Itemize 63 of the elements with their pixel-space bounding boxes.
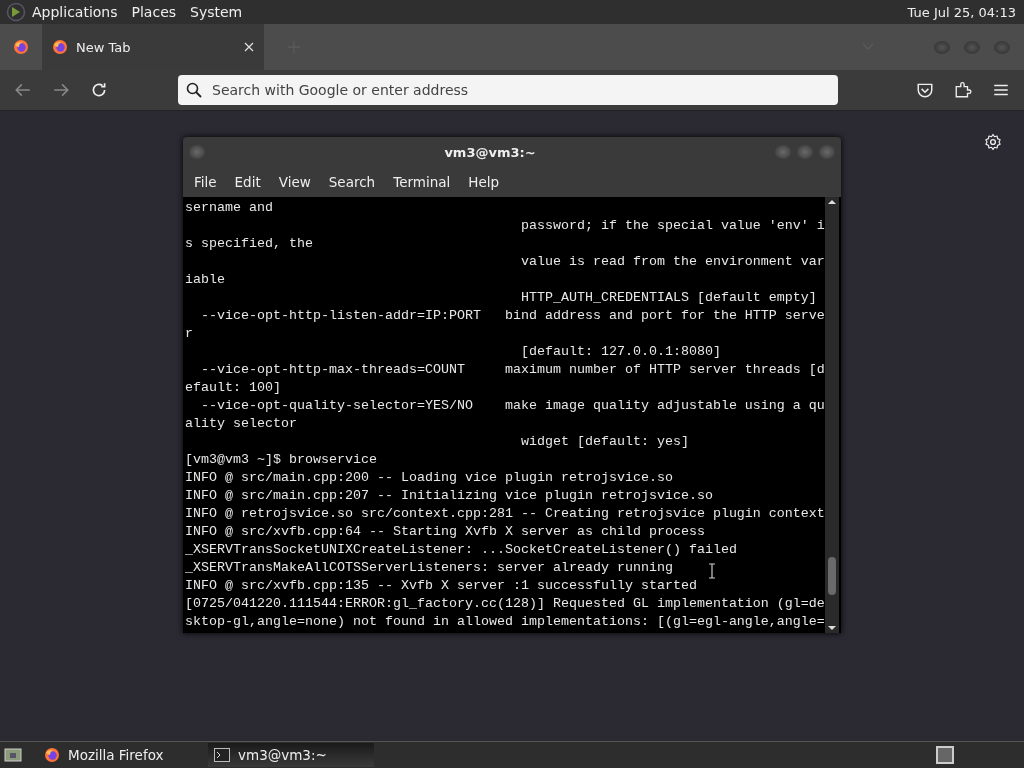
terminal-line: [0725/041220.111544:ERROR:gl_factory.cc(128)] Requested GL implementation (gl=de xyxy=(185,595,825,613)
scrollbar-thumb[interactable] xyxy=(828,557,836,595)
desktop-icon[interactable] xyxy=(4,748,22,762)
scrollbar[interactable] xyxy=(825,197,839,633)
terminal-line: [vm3@vm3 ~]$ browservice xyxy=(185,451,377,469)
logo-icon[interactable] xyxy=(6,2,26,22)
browser-tab[interactable]: New Tab xyxy=(42,24,264,70)
terminal-line: widget [default: yes] xyxy=(519,433,689,451)
terminal-line: iable xyxy=(185,271,225,289)
taskbar-item[interactable]: vm3@vm3:~ xyxy=(208,743,374,767)
window-button[interactable] xyxy=(797,145,813,159)
terminal-line: INFO @ src/xvfb.cpp:64 -- Starting Xvfb X server as child process xyxy=(185,523,705,541)
firefox-icon xyxy=(13,39,29,55)
terminal-line: --vice-opt-quality-selector=YES/NO make image quality adjustable using a qu xyxy=(200,397,825,415)
terminal-line: --vice-opt-http-listen-addr=IP:PORT bind address and port for the HTTP serve xyxy=(200,307,825,325)
address-field[interactable]: Search with Google or enter address xyxy=(178,75,838,105)
firefox-icon xyxy=(52,39,68,55)
terminal-line: ality selector xyxy=(185,415,297,433)
menu-item[interactable]: View xyxy=(269,174,320,190)
back-icon[interactable] xyxy=(14,81,32,99)
terminal-line: INFO @ src/main.cpp:207 -- Initializing vice plugin retrojsvice.so xyxy=(185,487,713,505)
terminal-line: sktop-gl,angle=none) not found in allowed implementations: [(gl=egl-angle,angle= xyxy=(185,613,825,631)
panel-menu[interactable]: Places xyxy=(131,4,177,20)
menu-item[interactable]: Help xyxy=(459,174,509,190)
terminal-line: efault: 100] xyxy=(185,379,281,397)
panel-menu[interactable]: Applications xyxy=(32,4,118,20)
terminal-line: s specified, the xyxy=(185,235,313,253)
scroll-up-icon[interactable] xyxy=(827,199,837,205)
menu-item[interactable]: File xyxy=(185,174,226,190)
terminal-line: sername and xyxy=(185,199,273,217)
terminal-line: value is read from the environment var xyxy=(519,253,825,271)
menu-item[interactable]: Terminal xyxy=(384,174,460,190)
settings-icon[interactable] xyxy=(984,133,1002,151)
terminal-line: --vice-opt-http-max-threads=COUNT maximum number of HTTP server threads [d xyxy=(200,361,825,379)
terminal-line: [default: 127.0.0.1:8080] xyxy=(519,343,721,361)
terminal-line: HTTP_AUTH_CREDENTIALS [default empty] xyxy=(519,289,817,307)
scroll-down-icon[interactable] xyxy=(827,625,837,631)
pocket-icon[interactable] xyxy=(916,81,934,99)
menu-item[interactable]: Edit xyxy=(225,174,270,190)
terminal-line: _XSERVTransSocketUNIXCreateListener: ...SocketCreateListener() failed xyxy=(185,541,737,559)
panel-menu[interactable]: System xyxy=(190,4,243,20)
menu-item[interactable]: Search xyxy=(319,174,385,190)
terminal-line: INFO @ retrojsvice.so src/context.cpp:281 -- Creating retrojsvice plugin context xyxy=(185,505,825,523)
reload-icon[interactable] xyxy=(90,81,108,99)
terminal-line: INFO @ src/main.cpp:200 -- Loading vice plugin retrojsvice.so xyxy=(185,469,673,487)
workspace-switcher[interactable] xyxy=(936,746,954,764)
terminal-line: INFO @ src/xvfb.cpp:135 -- Xvfb X server :1 successfully started xyxy=(185,577,697,595)
close-icon[interactable] xyxy=(244,42,254,52)
clock[interactable]: Tue Jul 25, 04:13 xyxy=(907,4,1016,20)
search-icon xyxy=(186,82,202,98)
window-title: vm3@vm3:~ xyxy=(444,144,536,160)
terminal-line: _XSERVTransMakeAllCOTSServerListeners: server already running xyxy=(185,559,673,577)
firefox-icon xyxy=(44,747,60,763)
forward-icon[interactable] xyxy=(52,81,70,99)
text-cursor-icon xyxy=(709,563,715,579)
puzzle-icon[interactable] xyxy=(954,81,972,99)
taskbar-item[interactable]: Mozilla Firefox xyxy=(38,743,204,767)
terminal-icon xyxy=(214,747,230,763)
window-button[interactable] xyxy=(819,145,835,159)
window-menu-button[interactable] xyxy=(189,145,205,159)
terminal-line: password; if the special value 'env' i xyxy=(519,217,825,235)
window-button[interactable] xyxy=(775,145,791,159)
terminal-line: r xyxy=(185,325,193,343)
